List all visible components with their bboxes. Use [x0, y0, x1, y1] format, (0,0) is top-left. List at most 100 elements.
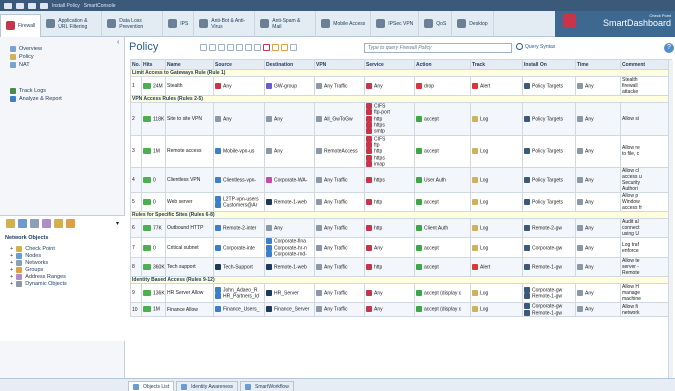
rule-name[interactable]: Web server: [165, 192, 214, 213]
expand-icon[interactable]: +: [10, 253, 13, 259]
rule-install-on[interactable]: Corporate-gw: [522, 237, 576, 259]
rule-time[interactable]: Any: [575, 218, 621, 239]
rule-source[interactable]: Finance_Users_: [213, 302, 265, 317]
rule-destination[interactable]: Remote-1-web: [264, 257, 315, 278]
move-up-icon[interactable]: [272, 44, 279, 51]
column-header-hits[interactable]: Hits: [141, 59, 166, 70]
column-header-source[interactable]: Source: [213, 59, 265, 70]
ribbon-tab-mobile-access[interactable]: Mobile Access: [316, 10, 372, 37]
rule-row[interactable]: 9 136K HR Server Allow John_Adaeo_R HR_Partn…: [130, 283, 672, 304]
ribbon-tab-qos[interactable]: QoS: [419, 10, 453, 37]
rule-vpn[interactable]: Any Traffic: [314, 192, 365, 213]
nav-policy[interactable]: Policy: [0, 53, 124, 61]
column-header-time[interactable]: Time: [575, 59, 621, 70]
rule-row[interactable]: 3 1M Remote access Mobile-vpn-us Any RemoteAc…: [130, 134, 672, 169]
ribbon-tab-data-loss-prevention[interactable]: Data Loss Prevention: [102, 10, 164, 37]
rule-service[interactable]: Any: [364, 76, 415, 96]
rule-action[interactable]: Client Auth: [414, 218, 471, 239]
users-icon[interactable]: [54, 219, 63, 228]
rule-comment[interactable]: Allow te server - Remote: [620, 257, 672, 278]
rule-action[interactable]: accept: [414, 192, 471, 213]
tree-item-groups[interactable]: + Groups: [0, 266, 125, 273]
rule-install-on[interactable]: Policy Targets: [522, 192, 576, 213]
rule-destination[interactable]: Corporate-WA-: [264, 167, 315, 194]
expand-icon[interactable]: +: [10, 274, 13, 280]
rule-track[interactable]: Log: [470, 192, 523, 213]
rule-name[interactable]: Tech support: [165, 257, 214, 278]
add-rule-below-icon[interactable]: [209, 44, 216, 51]
rule-install-on[interactable]: Remote-1-gw: [522, 257, 576, 278]
rule-action[interactable]: drop: [414, 76, 471, 96]
rule-source[interactable]: Corporate-inte: [213, 237, 265, 259]
rule-track[interactable]: Log: [470, 302, 523, 317]
rule-vpn[interactable]: All_GwToGw: [314, 102, 365, 136]
rule-time[interactable]: Any: [575, 237, 621, 259]
rule-track[interactable]: Log: [470, 134, 523, 169]
rule-source[interactable]: L2TP-vpn-users Customers@Ar: [213, 192, 265, 213]
rule-name[interactable]: Outbound HTTP: [165, 218, 214, 239]
rule-name[interactable]: HR Server Allow: [165, 283, 214, 304]
nav-analyze-report[interactable]: Analyze & Report: [0, 95, 124, 103]
rule-row[interactable]: 10 1M Finance Allow Finance_Users_ Finance_S…: [130, 302, 672, 317]
rule-name[interactable]: Finance Allow: [165, 302, 214, 317]
rule-comment[interactable]: Log traf enforce: [620, 237, 672, 259]
rule-vpn[interactable]: Any Traffic: [314, 302, 365, 317]
rule-comment[interactable]: Stealth firewall attacke: [620, 76, 672, 96]
rule-action[interactable]: accept: [414, 102, 471, 136]
tree-item-dynamic-objects[interactable]: + Dynamic Objects: [0, 280, 125, 287]
rule-action[interactable]: accept: [414, 237, 471, 259]
delete-rule-icon[interactable]: [227, 44, 234, 51]
rule-name[interactable]: Critical subnet: [165, 237, 214, 259]
refresh-icon[interactable]: [28, 2, 36, 9]
add-rule-above-icon[interactable]: [200, 44, 207, 51]
rule-service[interactable]: CIFS ftp http https imap: [364, 134, 415, 169]
servers-icon[interactable]: [42, 219, 51, 228]
app-menu-icon[interactable]: [4, 2, 12, 9]
rule-comment[interactable]: Audit al connect using U: [620, 218, 672, 239]
rule-row[interactable]: 4 0 Clientless VPN Clientless-vpn- Corporate…: [130, 167, 672, 194]
rule-service[interactable]: http: [364, 257, 415, 278]
column-header-installon[interactable]: Install On: [522, 59, 576, 70]
rule-destination[interactable]: GW-group: [264, 76, 315, 96]
rule-install-on[interactable]: Remote-2-gw: [522, 218, 576, 239]
rule-destination[interactable]: Corporate-fina Corporate-hr-n Corporate-rn…: [264, 237, 315, 259]
column-header-no[interactable]: No.: [130, 59, 142, 70]
add-section-icon[interactable]: [218, 44, 225, 51]
hide-rule-icon[interactable]: [263, 44, 270, 51]
rule-service[interactable]: http: [364, 218, 415, 239]
rule-vpn[interactable]: Any Traffic: [314, 283, 365, 304]
rule-service[interactable]: http: [364, 192, 415, 213]
rule-row[interactable]: 2 118K Site to site VPN Any Any All_GwToGw CIF…: [130, 102, 672, 136]
resources-icon[interactable]: [30, 219, 39, 228]
network-object-icon[interactable]: [6, 219, 15, 228]
rule-time[interactable]: Any: [575, 192, 621, 213]
rule-row[interactable]: 1 24M Stealth Any GW-group Any Traffic Any drop…: [130, 76, 672, 96]
rule-vpn[interactable]: Any Traffic: [314, 76, 365, 96]
rule-track[interactable]: Log: [470, 167, 523, 194]
rule-vpn[interactable]: RemoteAccess: [314, 134, 365, 169]
rule-row[interactable]: 8 360K Tech support Tech-Support Remote-1-we…: [130, 257, 672, 278]
rule-service[interactable]: https: [364, 167, 415, 194]
ribbon-tab-anti-bot-anti-virus[interactable]: Anti-Bot & Anti-Virus: [194, 10, 256, 37]
search-input[interactable]: Type to query Firewall Policy: [364, 43, 512, 53]
nav-track-logs[interactable]: Track Logs: [0, 87, 124, 95]
bottom-tab-objects-list[interactable]: Objects List: [128, 381, 175, 391]
rule-vpn[interactable]: Any Traffic: [314, 218, 365, 239]
nav-overview[interactable]: Overview: [0, 45, 124, 53]
rule-destination[interactable]: Any: [264, 134, 315, 169]
rule-vpn[interactable]: Any Traffic: [314, 237, 365, 259]
rule-vpn[interactable]: Any Traffic: [314, 257, 365, 278]
rule-destination[interactable]: Remote-1-web: [264, 192, 315, 213]
column-header-comment[interactable]: Comment: [620, 59, 672, 70]
rule-service[interactable]: Any: [364, 237, 415, 259]
rule-time[interactable]: Any: [575, 134, 621, 169]
expand-icon[interactable]: +: [10, 246, 13, 252]
rule-track[interactable]: Log: [470, 102, 523, 136]
rule-action[interactable]: accept: [414, 134, 471, 169]
rule-source[interactable]: Remote-2-inter: [213, 218, 265, 239]
section-header[interactable]: Identity Based Access (Rules 9-12): [130, 276, 672, 285]
tree-item-check-point[interactable]: + Check Point: [0, 245, 125, 252]
rule-track[interactable]: Log: [470, 283, 523, 304]
rule-source[interactable]: John_Adaeo_R HR_Partners_Id: [213, 283, 265, 304]
rule-action[interactable]: User Auth: [414, 167, 471, 194]
